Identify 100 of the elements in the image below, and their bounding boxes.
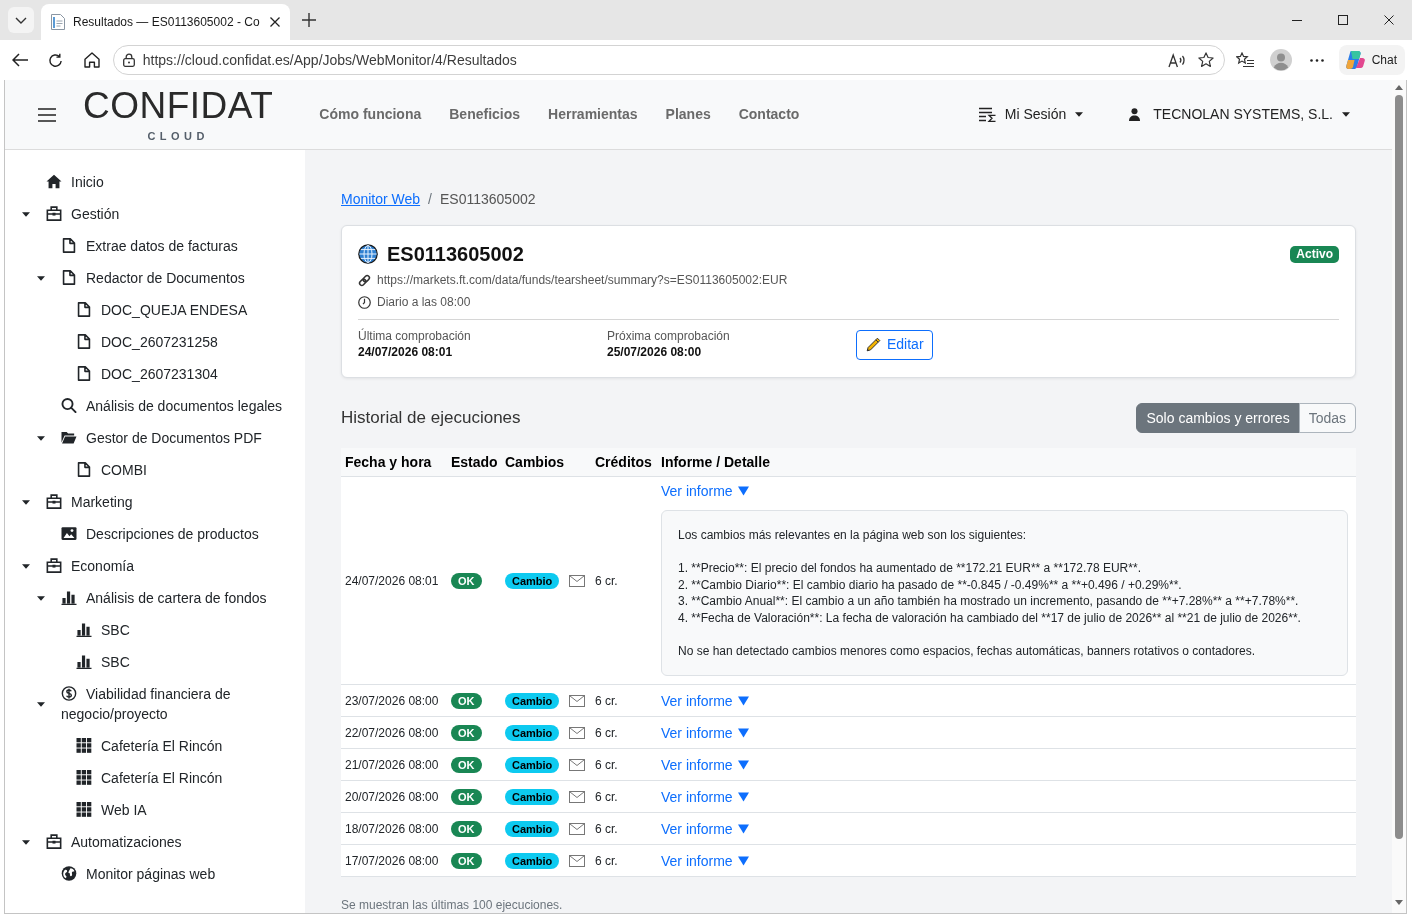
caret-down-icon[interactable] — [22, 499, 30, 505]
sidebar-item[interactable]: Redactor de Documentos — [61, 268, 245, 288]
report-toggle-link[interactable]: Ver informe — [661, 722, 749, 743]
sidebar-item[interactable]: SBC — [76, 652, 130, 672]
nav-link[interactable]: Planes — [651, 104, 725, 125]
envelope-icon — [569, 758, 586, 771]
report-toggle-link[interactable]: Ver informe — [661, 786, 749, 807]
credits-text: 6 cr. — [591, 748, 657, 781]
sidebar-item[interactable]: Economía — [46, 556, 135, 576]
status-badge: OK — [451, 852, 482, 869]
monitor-url: https://markets.ft.com/data/funds/tearsheet/summary?s=ES0113605002:EUR — [377, 272, 788, 289]
column-header: Estado — [447, 448, 501, 477]
breadcrumb-separator: / — [428, 190, 432, 209]
sidebar-item[interactable]: Análisis de documentos legales — [61, 396, 283, 416]
image-icon — [61, 526, 77, 541]
close-tab-button[interactable] — [267, 15, 282, 29]
caret-down-icon[interactable] — [22, 839, 30, 845]
document-icon — [76, 366, 92, 381]
logo-text[interactable]: CONFIDAT — [83, 87, 274, 124]
sidebar-item[interactable]: Cafetería El Rincón — [76, 768, 223, 788]
nav-link[interactable]: Cómo funciona — [305, 104, 436, 125]
sidebar-item[interactable]: Descripciones de productos — [61, 524, 259, 544]
sidebar-item[interactable]: COMBI — [76, 460, 147, 480]
document-icon — [61, 270, 77, 285]
change-badge: Cambio — [505, 572, 560, 589]
sidebar-item[interactable]: SBC — [76, 620, 130, 640]
refresh-icon — [48, 52, 64, 68]
triangle-down-icon — [737, 727, 749, 738]
scrollbar[interactable] — [1392, 80, 1406, 913]
breadcrumb-link[interactable]: Monitor Web — [341, 189, 421, 210]
logo-subtitle: CLOUD — [147, 131, 209, 142]
chat-button[interactable]: Chat — [1338, 45, 1406, 75]
bar-chart-icon — [61, 590, 77, 605]
monitor-title: ES0113605002 — [387, 242, 524, 267]
browser-tab[interactable]: Resultados — ES0113605002 - Co — [41, 4, 290, 40]
envelope-icon — [569, 854, 586, 867]
caret-down-icon[interactable] — [37, 435, 45, 441]
change-badge: Cambio — [505, 788, 560, 805]
sidebar-item[interactable]: Gestor de Documentos PDF — [61, 428, 262, 448]
menu-button[interactable] — [38, 107, 56, 122]
execution-date: 24/07/2026 08:01 — [341, 476, 447, 685]
sidebar-item[interactable]: Web IA — [76, 800, 147, 820]
bar-chart-icon — [76, 622, 92, 637]
session-menu[interactable]: Mi Sesión — [978, 104, 1084, 125]
scrollbar-thumb[interactable] — [1395, 95, 1403, 839]
edit-button[interactable]: Editar — [856, 329, 933, 360]
sidebar-item[interactable]: Inicio — [46, 172, 104, 192]
read-aloud-icon — [1167, 52, 1186, 68]
toolbox-icon — [46, 206, 62, 221]
url-text: https://cloud.confidat.es/App/Jobs/WebMonitor/4/Resultados — [142, 50, 517, 70]
favorite-button[interactable] — [1195, 50, 1216, 70]
nav-link[interactable]: Beneficios — [435, 104, 535, 125]
caret-down-icon[interactable] — [22, 211, 30, 217]
caret-down-icon[interactable] — [22, 563, 30, 569]
report-toggle-link[interactable]: Ver informe — [661, 850, 749, 871]
report-toggle-link[interactable]: Ver informe — [661, 754, 749, 775]
document-icon — [76, 462, 92, 477]
field-label: Próxima comprobación — [607, 328, 731, 344]
search-icon — [61, 398, 77, 413]
tab-list-button[interactable] — [8, 7, 34, 33]
nav-link[interactable]: Contacto — [724, 104, 814, 125]
field-label: Última comprobación — [358, 328, 472, 344]
toolbox-icon — [46, 834, 62, 849]
caret-down-icon[interactable] — [37, 275, 45, 281]
caret-down-icon[interactable] — [37, 595, 45, 601]
execution-date: 18/07/2026 08:00 — [341, 812, 447, 845]
address-bar[interactable]: https://cloud.confidat.es/App/Jobs/WebMonitor/4/Resultados — [112, 45, 1225, 75]
sidebar-item[interactable]: Automatizaciones — [46, 832, 182, 852]
filter-button[interactable]: Solo cambios y errores — [1136, 403, 1300, 433]
maximize-icon — [1338, 15, 1348, 25]
sidebar-item[interactable]: Marketing — [46, 492, 133, 512]
sidebar-item[interactable]: Gestión — [46, 204, 120, 224]
sidebar-item[interactable]: DOC_2607231258 — [76, 332, 218, 352]
sidebar-item[interactable]: Cafetería El Rincón — [76, 736, 223, 756]
dollar-icon — [61, 686, 77, 701]
report-item: 1. **Precio**: El precio del fondos ha aumentado de **172.21 EUR** a **172.78 EUR**. — [678, 560, 1142, 577]
document-icon — [76, 302, 92, 317]
account-menu[interactable]: TECNOLAN SYSTEMS, S.L. — [1129, 104, 1350, 125]
folder-icon — [61, 430, 77, 445]
sidebar-item[interactable]: Extrae datos de facturas — [61, 236, 238, 256]
home-icon — [46, 174, 62, 189]
report-toggle-link[interactable]: Ver informe — [661, 818, 749, 839]
triangle-down-icon — [737, 791, 749, 802]
column-header: Cambios — [501, 448, 591, 477]
filter-button[interactable]: Todas — [1298, 403, 1356, 433]
report-toggle-link[interactable]: Ver informe — [661, 481, 749, 501]
caret-down-icon[interactable] — [37, 701, 45, 707]
sidebar-item[interactable]: Análisis de cartera de fondos — [61, 588, 267, 608]
sidebar-item[interactable]: Viabilidad financiera de negocio/proyecto — [61, 684, 297, 724]
caret-down-icon — [1342, 112, 1350, 117]
change-badge: Cambio — [505, 820, 560, 837]
report-toggle-link[interactable]: Ver informe — [661, 690, 749, 711]
sidebar-item[interactable]: Monitor páginas web — [61, 864, 216, 884]
favorites-icon — [1235, 52, 1254, 68]
status-badge: OK — [451, 572, 482, 589]
grid-icon — [76, 802, 92, 817]
avatar-icon — [1269, 49, 1292, 71]
sidebar-item[interactable]: DOC_2607231304 — [76, 364, 218, 384]
nav-link[interactable]: Herramientas — [534, 104, 652, 125]
sidebar-item[interactable]: DOC_QUEJA ENDESA — [76, 300, 248, 320]
